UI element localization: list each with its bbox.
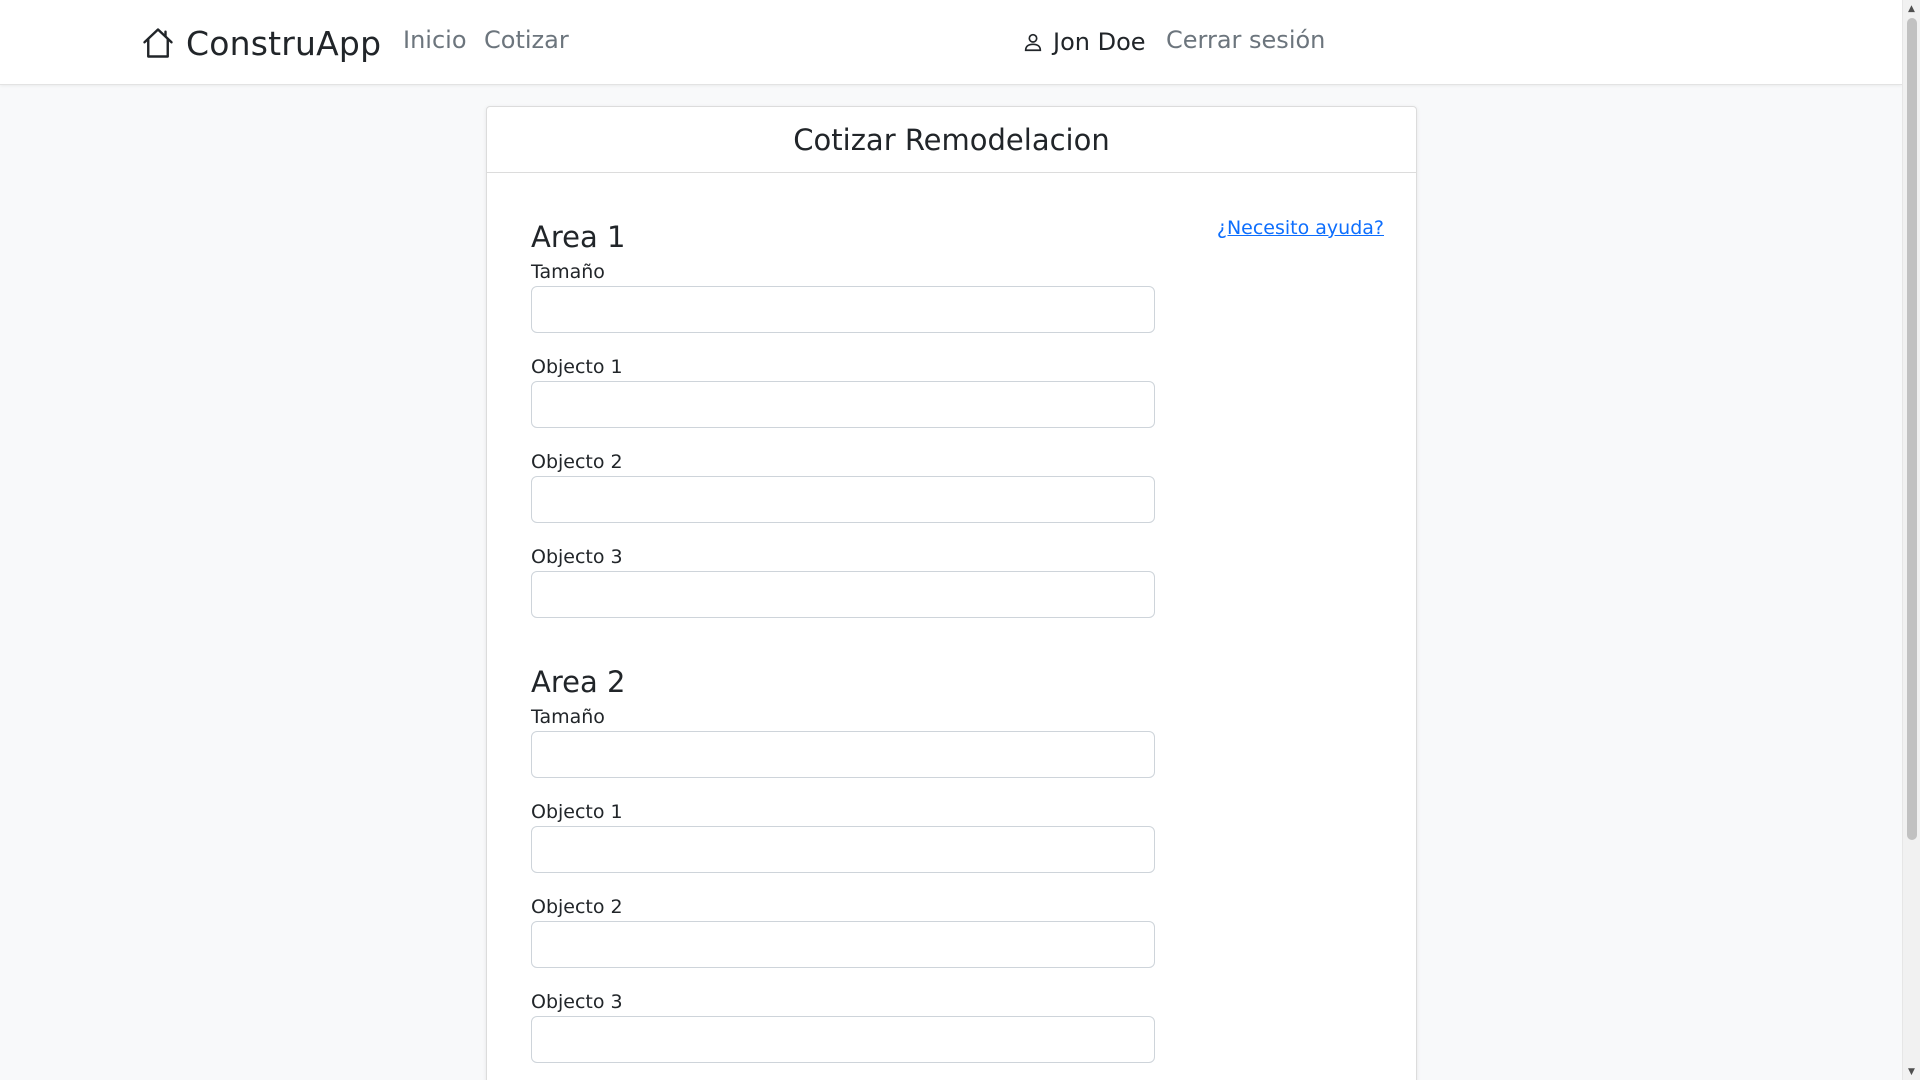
- object-2-input[interactable]: [531, 921, 1155, 968]
- form-field: Objecto 3: [531, 988, 1155, 1063]
- field-label: Tamaño: [531, 706, 605, 728]
- form-field: Objecto 2: [531, 893, 1155, 968]
- quote-card: Cotizar Remodelacion ¿Necesito ayuda? Ar…: [486, 106, 1417, 1080]
- area-title: Area 1: [531, 220, 626, 254]
- brand-name: ConstruApp: [186, 23, 382, 63]
- user-name: Jon Doe: [1053, 28, 1146, 56]
- nav-link-cotizar[interactable]: Cotizar: [484, 26, 569, 54]
- field-label: Tamaño: [531, 261, 605, 283]
- form-field: Tamaño: [531, 703, 1155, 778]
- field-label: Objecto 2: [531, 896, 623, 918]
- area-section: Area 2 Tamaño Objecto 1 Objecto 2 Object…: [531, 663, 1155, 1063]
- user-menu[interactable]: Jon Doe: [1022, 24, 1146, 60]
- size-input[interactable]: [531, 286, 1155, 333]
- form-field: Tamaño: [531, 258, 1155, 333]
- form-field: Objecto 1: [531, 353, 1155, 428]
- area-section: Area 1 Tamaño Objecto 1 Objecto 2 Object…: [531, 218, 1155, 618]
- field-label: Objecto 1: [531, 356, 623, 378]
- field-label: Objecto 3: [531, 546, 623, 568]
- card-header: Cotizar Remodelacion: [487, 107, 1416, 173]
- navbar: ConstruApp Inicio Cotizar Jon Doe Cerrar…: [0, 0, 1902, 85]
- scroll-down-arrow-icon[interactable]: ▼: [1903, 1063, 1920, 1080]
- logout-link[interactable]: Cerrar sesión: [1166, 26, 1325, 54]
- field-label: Objecto 1: [531, 801, 623, 823]
- object-3-input[interactable]: [531, 1016, 1155, 1063]
- size-input[interactable]: [531, 731, 1155, 778]
- form-field: Objecto 2: [531, 448, 1155, 523]
- field-label: Objecto 3: [531, 991, 623, 1013]
- field-label: Objecto 2: [531, 451, 623, 473]
- form-field: Objecto 1: [531, 798, 1155, 873]
- vertical-scrollbar[interactable]: ▲ ▼: [1902, 0, 1920, 1080]
- page: ConstruApp Inicio Cotizar Jon Doe Cerrar…: [0, 0, 1920, 1080]
- nav-link-inicio[interactable]: Inicio: [403, 26, 467, 54]
- area-title: Area 2: [531, 665, 626, 699]
- object-2-input[interactable]: [531, 476, 1155, 523]
- card-title: Cotizar Remodelacion: [793, 122, 1110, 157]
- object-1-input[interactable]: [531, 381, 1155, 428]
- person-icon: [1024, 33, 1042, 52]
- scroll-up-arrow-icon[interactable]: ▲: [1903, 0, 1920, 17]
- help-link[interactable]: ¿Necesito ayuda?: [1217, 217, 1384, 239]
- house-icon: [143, 28, 173, 58]
- object-1-input[interactable]: [531, 826, 1155, 873]
- object-3-input[interactable]: [531, 571, 1155, 618]
- form-field: Objecto 3: [531, 543, 1155, 618]
- scrollbar-thumb[interactable]: [1907, 18, 1917, 840]
- brand-link[interactable]: ConstruApp: [140, 20, 381, 66]
